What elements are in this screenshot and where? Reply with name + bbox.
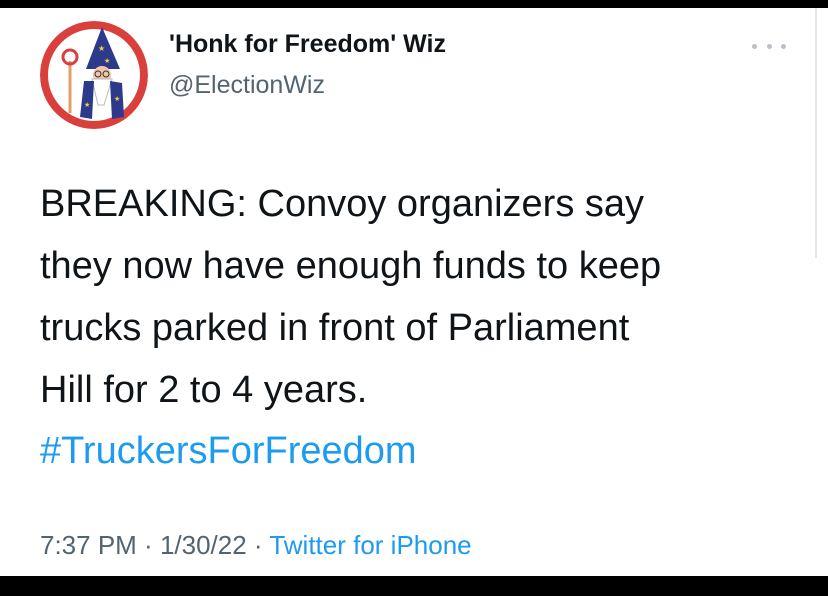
tweet-text-line: BREAKING: Convoy organizers say: [40, 183, 645, 225]
user-handle[interactable]: @ElectionWiz: [169, 71, 325, 100]
more-options-icon[interactable]: [752, 36, 786, 56]
tweet-card: ★ ★ ★ ★ 'Honk for Freedom' Wiz @Election…: [0, 8, 828, 576]
avatar[interactable]: ★ ★ ★ ★: [40, 21, 148, 129]
tweet-source-link[interactable]: Twitter for iPhone: [269, 530, 471, 560]
more-dot: [781, 43, 786, 49]
meta-separator: ·: [246, 530, 270, 560]
svg-text:★: ★: [84, 101, 90, 109]
scrollbar[interactable]: [815, 8, 817, 258]
display-name[interactable]: 'Honk for Freedom' Wiz: [169, 30, 446, 59]
tweet-text-line: Hill for 2 to 4 years.: [40, 369, 368, 411]
tweet-text: BREAKING: Convoy organizers say they now…: [40, 173, 800, 421]
tweet-text-line: trucks parked in front of Parliament: [40, 307, 630, 349]
tweet-date[interactable]: 1/30/22: [160, 530, 247, 560]
tweet-time[interactable]: 7:37 PM: [40, 530, 137, 560]
meta-separator: ·: [136, 530, 160, 560]
tweet-metadata: 7:37 PM · 1/30/22 · Twitter for iPhone: [40, 530, 472, 561]
svg-text:★: ★: [104, 57, 110, 65]
more-dot: [752, 43, 757, 49]
svg-text:★: ★: [98, 44, 105, 53]
tweet-text-line: they now have enough funds to keep: [40, 245, 662, 287]
svg-text:★: ★: [114, 95, 120, 103]
more-dot: [766, 43, 772, 49]
wizard-avatar-icon: ★ ★ ★ ★: [40, 21, 148, 129]
hashtag-link[interactable]: #TruckersForFreedom: [40, 420, 417, 482]
